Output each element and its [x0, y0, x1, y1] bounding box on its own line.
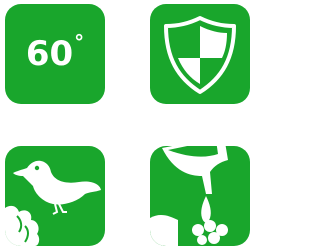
chemical-pour-tile[interactable] — [150, 146, 250, 246]
temperature-60-tile[interactable]: 60 ° — [5, 4, 105, 104]
bird-tile[interactable] — [5, 146, 105, 246]
shield-tile[interactable] — [150, 4, 250, 104]
shield-icon — [164, 16, 236, 94]
chemical-pour-icon — [150, 146, 228, 246]
temperature-label: 60 ° — [25, 30, 85, 74]
bird-icon — [5, 160, 101, 246]
